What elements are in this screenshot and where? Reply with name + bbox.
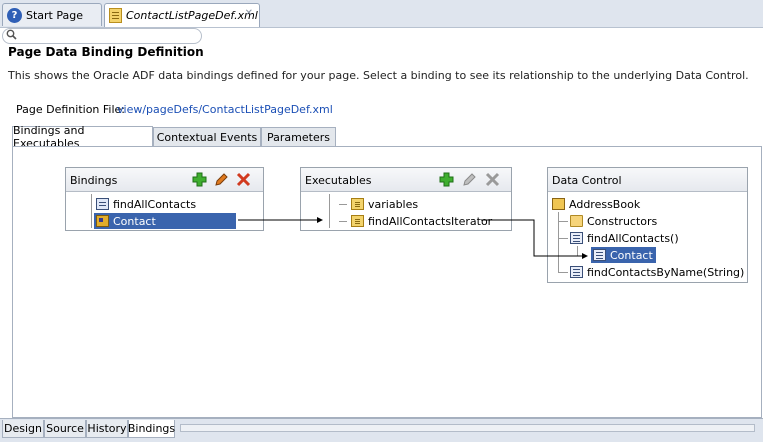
tab-design[interactable]: Design <box>2 420 44 438</box>
tab-history[interactable]: History <box>86 420 128 438</box>
tab-label: Design <box>4 422 42 435</box>
tab-source[interactable]: Source <box>44 420 86 438</box>
tab-bindings[interactable]: Bindings <box>128 420 175 438</box>
binding-connectors <box>238 217 588 259</box>
tab-label: Bindings <box>127 422 176 435</box>
tab-label: History <box>87 422 127 435</box>
horizontal-scrollbar[interactable] <box>180 424 755 432</box>
bottom-tab-bar: Design Source History Bindings <box>0 418 763 442</box>
tab-label: Source <box>46 422 84 435</box>
